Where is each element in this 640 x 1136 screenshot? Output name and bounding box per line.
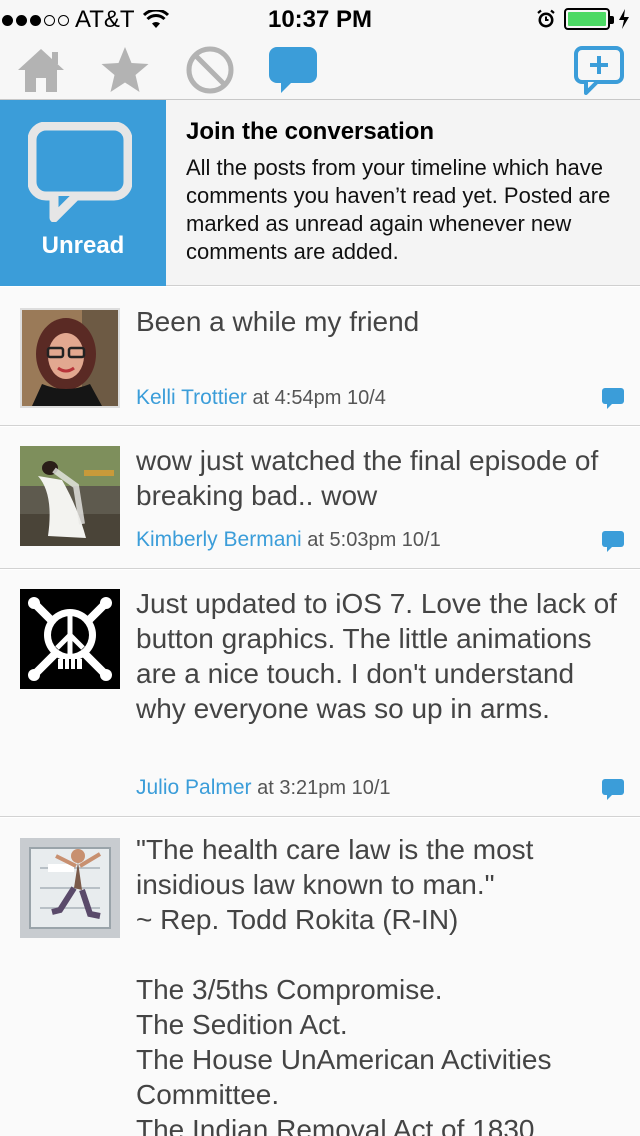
post-meta: Julio Palmer at 3:21pm 10/1 <box>136 776 391 800</box>
post-text: Been a while my friend <box>136 306 420 337</box>
home-tab[interactable] <box>14 44 68 96</box>
post-item[interactable]: Been a while my friend Kelli Trottier at… <box>0 287 640 426</box>
home-icon <box>18 49 64 92</box>
favorites-tab[interactable] <box>98 44 152 96</box>
status-bar: AT&T 10:37 PM <box>0 0 640 40</box>
avatar[interactable] <box>20 589 120 689</box>
post-item[interactable]: "The health care law is the most insidio… <box>0 818 640 1136</box>
unread-info-banner: Unread Join the conversation All the pos… <box>0 100 640 286</box>
post-text: wow just watched the final episode of br… <box>136 445 607 511</box>
unread-badge: Unread <box>0 100 166 286</box>
post-author[interactable]: Kelli Trottier <box>136 386 247 409</box>
post-timestamp: at 4:54pm 10/4 <box>252 387 386 409</box>
comment-icon[interactable] <box>602 531 624 553</box>
avatar[interactable] <box>20 308 120 408</box>
post-text: "The health care law is the most insidio… <box>136 834 552 1136</box>
post-item[interactable]: wow just watched the final episode of br… <box>0 427 640 569</box>
status-right-group <box>536 8 630 30</box>
post-timestamp: at 3:21pm 10/1 <box>257 777 391 799</box>
comment-icon[interactable] <box>602 388 624 410</box>
post-timestamp: at 5:03pm 10/1 <box>307 529 441 551</box>
post-meta: Kelli Trottier at 4:54pm 10/4 <box>136 386 386 410</box>
unread-tab[interactable] <box>266 44 320 96</box>
comment-icon[interactable] <box>602 779 624 801</box>
post-meta: Kimberly Bermani at 5:03pm 10/1 <box>136 528 441 552</box>
badge-label: Unread <box>41 232 125 259</box>
compose-icon <box>574 46 624 95</box>
banner-title: Join the conversation <box>186 118 435 145</box>
unread-large-bubble-icon <box>28 122 132 222</box>
post-author[interactable]: Kimberly Bermani <box>136 528 302 551</box>
compose-button[interactable] <box>572 44 626 96</box>
banner-description: All the posts from your timeline which h… <box>186 155 611 264</box>
battery-icon <box>564 8 614 30</box>
avatar[interactable] <box>20 838 120 938</box>
charging-icon <box>619 9 629 29</box>
avatar[interactable] <box>20 446 120 546</box>
post-author[interactable]: Julio Palmer <box>136 776 252 799</box>
toolbar <box>0 40 640 100</box>
star-icon <box>101 47 149 92</box>
unread-bubble-icon <box>269 47 317 93</box>
blocked-tab[interactable] <box>183 44 237 96</box>
post-item[interactable]: Just updated to iOS 7. Love the lack of … <box>0 570 640 817</box>
post-text: Just updated to iOS 7. Love the lack of … <box>136 588 625 724</box>
blocked-icon <box>186 46 234 94</box>
alarm-icon <box>537 9 555 28</box>
